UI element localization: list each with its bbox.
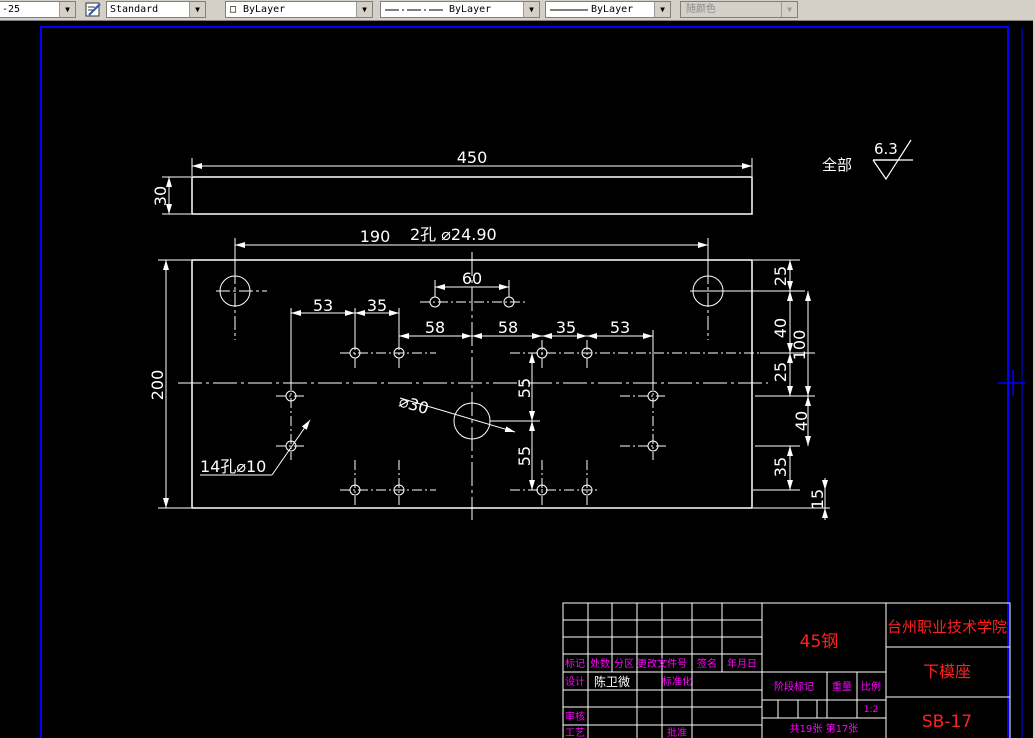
plot-style-dropdown: 随颜色 ▼ xyxy=(680,1,798,18)
dimension-style-dropdown[interactable]: -25 ▼ xyxy=(0,1,76,18)
dim-15-text: 15 xyxy=(808,489,827,509)
dim-200-text: 200 xyxy=(148,370,167,401)
dimension-53-35-left xyxy=(290,308,400,390)
dimension-right-chain xyxy=(753,259,830,520)
crosshair-cursor xyxy=(998,370,1025,396)
dim-dia30-text: ⌀30 xyxy=(397,392,431,419)
properties-toolbar: -25 ▼ Standard ▼ □ ByLayer ▼ ByLayer ▼ B… xyxy=(0,0,1035,21)
header-weight: 重量 xyxy=(832,680,852,693)
dim-55-bottom-text: 55 xyxy=(515,446,534,466)
plot-style-value: 随颜色 xyxy=(686,4,716,15)
school-name-text: 台州职业技术学院 xyxy=(887,618,1007,636)
text-style-dropdown[interactable]: Standard ▼ xyxy=(106,1,206,18)
dimension-35-53-right xyxy=(542,330,654,390)
color-control-value: ByLayer xyxy=(243,4,286,15)
chevron-down-icon: ▼ xyxy=(523,2,539,17)
roughness-value-text: 6.3 xyxy=(874,140,898,158)
dim-25-top-text: 25 xyxy=(771,266,790,286)
header-standard: 标准化 xyxy=(662,675,692,688)
chevron-down-icon: ▼ xyxy=(781,2,797,17)
header-process: 工艺 xyxy=(565,727,585,738)
chevron-down-icon: ▼ xyxy=(59,2,75,17)
header-design: 设计 xyxy=(565,675,585,688)
header-scale: 比例 xyxy=(861,680,881,693)
header-zone: 分区 xyxy=(614,658,634,670)
dim-35-left-text: 35 xyxy=(367,296,387,315)
dim-53-left-text: 53 xyxy=(313,296,333,315)
dim-2holes-text: 2孔 ⌀24.90 xyxy=(410,225,497,244)
dim-190-text: 190 xyxy=(360,227,391,246)
header-date: 年月日 xyxy=(727,657,757,670)
dim-53-right-text: 53 xyxy=(610,318,630,337)
dim-40-top-text: 40 xyxy=(771,318,790,338)
dim-35-low-text: 35 xyxy=(771,457,790,477)
header-change-doc: 更改文件号 xyxy=(637,657,687,670)
chevron-down-icon: ▼ xyxy=(356,2,372,17)
lineweight-control-value: ByLayer xyxy=(591,4,634,15)
color-swatch-icon: □ xyxy=(230,4,237,15)
part-name-text: 下模座 xyxy=(923,662,971,681)
lineweight-control-dropdown[interactable]: ByLayer ▼ xyxy=(545,1,671,18)
dash-dot-linetype-icon xyxy=(385,9,443,11)
dim-60-text: 60 xyxy=(462,269,482,288)
plan-view xyxy=(178,252,805,520)
header-sign: 签名 xyxy=(697,657,717,670)
text-style-value: Standard xyxy=(110,4,159,15)
dim-450-text: 450 xyxy=(457,148,488,167)
header-count: 处数 xyxy=(590,657,610,670)
dim-100-text: 100 xyxy=(790,330,809,361)
drawing-canvas[interactable]: 450 30 全部 6.3 190 2孔 ⌀24.90 60 53 35 58 … xyxy=(0,20,1035,738)
header-mark: 标记 xyxy=(565,658,585,670)
header-review: 审核 xyxy=(565,710,585,723)
solid-lineweight-icon xyxy=(550,9,588,11)
chevron-down-icon: ▼ xyxy=(189,2,205,17)
dim-35-right-text: 35 xyxy=(556,318,576,337)
material-text: 45钢 xyxy=(800,632,839,652)
header-stage: 阶段标记 xyxy=(774,680,814,693)
linetype-control-dropdown[interactable]: ByLayer ▼ xyxy=(380,1,540,18)
drawing-number-text: SB-17 xyxy=(922,712,972,732)
linetype-control-value: ByLayer xyxy=(449,4,492,15)
dim-58-right-text: 58 xyxy=(498,318,518,337)
dim-55-top-text: 55 xyxy=(515,378,534,398)
text-style-icon[interactable] xyxy=(85,1,102,18)
dim-58-left-text: 58 xyxy=(425,318,445,337)
sheet-count-text: 共19张 第17张 xyxy=(790,722,859,735)
dim-30-text: 30 xyxy=(151,186,170,206)
side-view xyxy=(191,176,753,215)
scale-value: 1:2 xyxy=(864,705,878,715)
color-control-dropdown[interactable]: □ ByLayer ▼ xyxy=(225,1,373,18)
header-approve: 批准 xyxy=(667,726,687,738)
dim-40-low-text: 40 xyxy=(792,411,811,431)
dim-14holes-text: 14孔⌀10 xyxy=(200,457,266,476)
designer-name-text: 陈卫微 xyxy=(594,674,630,689)
chevron-down-icon: ▼ xyxy=(654,2,670,17)
roughness-note-text: 全部 xyxy=(822,156,852,174)
dimension-style-value: -25 xyxy=(2,4,21,15)
dim-25-mid-text: 25 xyxy=(771,362,790,382)
dimension-55-55 xyxy=(490,353,540,490)
